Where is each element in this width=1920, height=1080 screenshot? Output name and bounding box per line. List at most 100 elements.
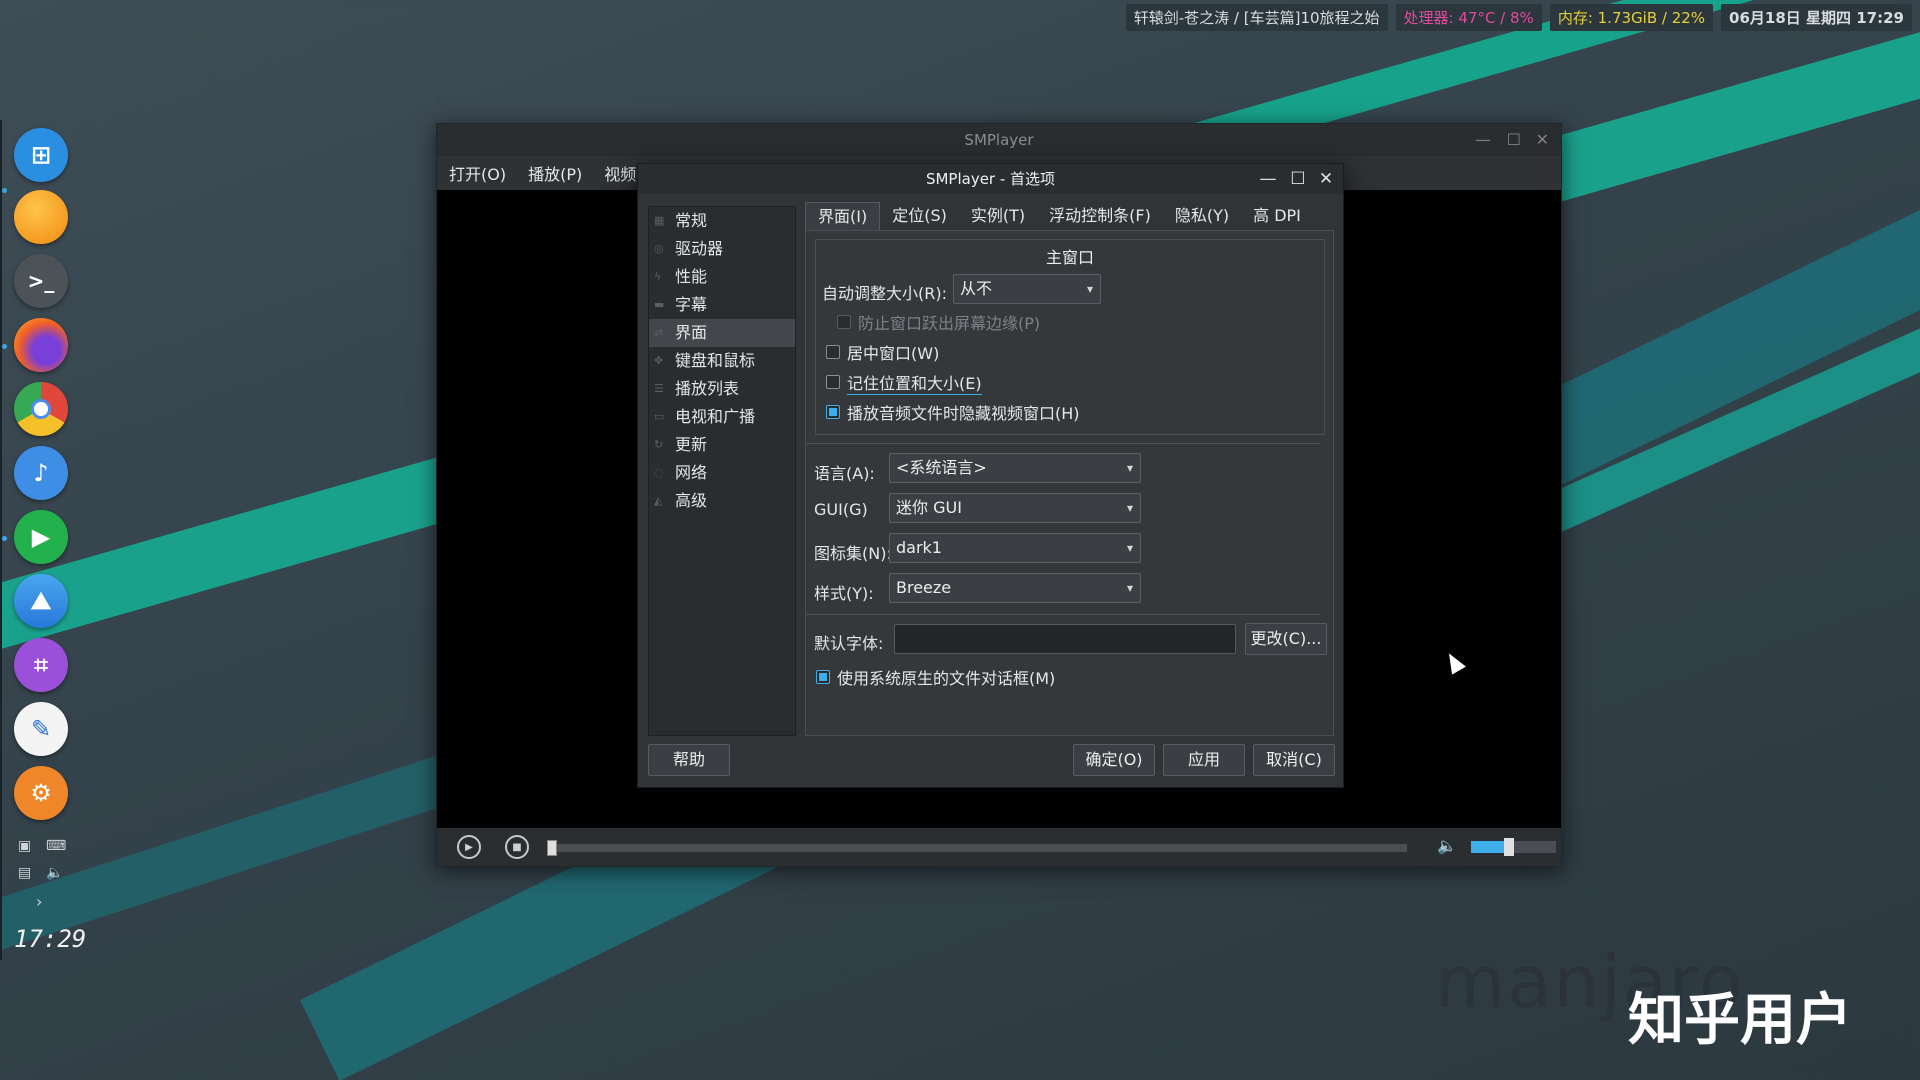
crop-tool-icon[interactable]: ⌗	[14, 638, 68, 692]
menu-open[interactable]: 打开(O)	[449, 161, 506, 185]
native-dialog-label: 使用系统原生的文件对话框(M)	[837, 669, 1056, 688]
files-icon[interactable]	[14, 190, 68, 244]
minimize-icon[interactable]: —	[1255, 164, 1281, 194]
chevron-down-icon: ▾	[1126, 581, 1133, 595]
zhihu-watermark: 知乎用户	[1628, 988, 1852, 1053]
ok-button[interactable]: 确定(O)	[1073, 744, 1155, 776]
style-select[interactable]: Breeze ▾	[889, 573, 1141, 603]
maximize-icon[interactable]: ☐	[1285, 164, 1311, 194]
volume-slider[interactable]	[1471, 838, 1556, 856]
hide-video-on-audio-checkbox[interactable]	[826, 405, 840, 419]
terminal-icon[interactable]: >_	[14, 254, 68, 308]
volume-handle[interactable]	[1504, 838, 1515, 856]
general-icon: ▦	[654, 214, 665, 227]
iconset-value: dark1	[896, 538, 942, 557]
advanced-icon: ◭	[654, 494, 663, 507]
default-font-field[interactable]	[894, 624, 1236, 654]
running-indicator	[2, 188, 7, 193]
play-icon[interactable]: ▶	[457, 835, 481, 859]
running-indicator	[2, 536, 7, 541]
cancel-button[interactable]: 取消(C)	[1253, 744, 1335, 776]
windows-icon[interactable]: ⊞	[14, 128, 68, 182]
volume-icon[interactable]: 🔈	[1437, 836, 1457, 855]
settings-icon[interactable]: ⚙	[14, 766, 68, 820]
change-font-button[interactable]: 更改(C)...	[1245, 623, 1327, 655]
sidebar-item-keyboard-mouse[interactable]: ✥ 键盘和鼠标	[649, 347, 795, 375]
center-window-checkbox[interactable]	[826, 345, 840, 359]
apply-button[interactable]: 应用	[1163, 744, 1245, 776]
prevent-off-screen-label: 防止窗口跃出屏幕边缘(P)	[858, 314, 1041, 333]
main-window-group: 主窗口 自动调整大小(R): 从不 ▾ 防止窗口跃出屏幕边缘(P) 居中窗口(W…	[815, 239, 1325, 435]
tab-privacy[interactable]: 隐私(Y)	[1163, 202, 1241, 230]
gui-label: GUI(G)	[814, 500, 868, 519]
image-viewer-icon[interactable]: ⛰	[14, 574, 68, 628]
style-value: Breeze	[896, 578, 952, 597]
help-button[interactable]: 帮助	[648, 744, 730, 776]
chevron-down-icon: ▾	[1126, 461, 1133, 475]
now-playing-text[interactable]: 轩辕剑-苍之涛 / [车芸篇]10旅程之始	[1125, 4, 1388, 31]
stop-icon[interactable]: ■	[505, 835, 529, 859]
volume-tray-icon[interactable]: 🔈	[46, 865, 63, 881]
sidebar-item-network[interactable]: ◌ 网络	[649, 459, 795, 487]
default-font-label: 默认字体:	[814, 634, 884, 653]
sidebar-item-subtitles[interactable]: ▬ 字幕	[649, 291, 795, 319]
dialog-title: SMPlayer - 首选项	[925, 170, 1056, 188]
remember-position-checkbox[interactable]	[826, 375, 840, 389]
seek-handle[interactable]	[547, 840, 557, 856]
sidebar-item-drives[interactable]: ◎ 驱动器	[649, 235, 795, 263]
sidebar-item-interface[interactable]: ⇄ 界面	[649, 319, 795, 347]
native-dialog-checkbox[interactable]	[816, 670, 830, 684]
clipboard-icon[interactable]: ▣	[18, 838, 31, 854]
seek-bar[interactable]	[547, 844, 1407, 852]
language-select[interactable]: <系统语言> ▾	[889, 453, 1141, 483]
dock-clock: 17:29	[14, 925, 87, 953]
firefox-icon[interactable]	[14, 318, 68, 372]
chevron-down-icon: ▾	[1126, 501, 1133, 515]
language-label: 语言(A):	[814, 464, 875, 483]
close-icon[interactable]: ✕	[1536, 124, 1549, 156]
menu-play[interactable]: 播放(P)	[528, 161, 582, 185]
tab-high-dpi[interactable]: 高 DPI	[1241, 202, 1313, 230]
running-indicator	[2, 344, 7, 349]
prevent-off-screen-checkbox[interactable]	[837, 315, 851, 329]
network-icon[interactable]: ▤	[18, 865, 31, 881]
tab-positioning[interactable]: 定位(S)	[880, 202, 959, 230]
preferences-sidebar: ▦ 常规 ◎ 驱动器 ϟ 性能 ▬ 字幕 ⇄ 界面 ✥ 键盘和鼠标 ☰ 播放列表 ▭ 电视和广播…	[648, 206, 796, 736]
sidebar-item-playlist[interactable]: ☰ 播放列表	[649, 375, 795, 403]
network-icon: ◌	[654, 466, 664, 479]
chrome-icon[interactable]	[14, 382, 68, 436]
iconset-select[interactable]: dark1 ▾	[889, 533, 1141, 563]
tab-floating-control[interactable]: 浮动控制条(F)	[1037, 202, 1163, 230]
cpu-monitor: 处理器: 47°C / 8%	[1395, 4, 1542, 31]
sidebar-item-updates[interactable]: ↻ 更新	[649, 431, 795, 459]
keyboard-icon[interactable]: ⌨	[46, 838, 66, 854]
date-clock[interactable]: 06月18日 星期四 17:29	[1721, 4, 1912, 31]
sidebar-item-general[interactable]: ▦ 常规	[649, 207, 795, 235]
text-editor-icon[interactable]: ✎	[14, 702, 68, 756]
maximize-icon[interactable]: ☐	[1507, 124, 1521, 156]
sidebar-item-label: 高级	[675, 491, 708, 510]
main-window-titlebar[interactable]: SMPlayer — ☐ ✕	[437, 124, 1561, 156]
gui-select[interactable]: 迷你 GUI ▾	[889, 493, 1141, 523]
menu-video[interactable]: 视频	[604, 161, 636, 185]
music-icon[interactable]: ♪	[14, 446, 68, 500]
sidebar-item-label: 性能	[675, 267, 708, 286]
close-icon[interactable]: ✕	[1313, 164, 1339, 194]
iconset-label: 图标集(N):	[814, 544, 892, 563]
auto-resize-select[interactable]: 从不 ▾	[953, 274, 1101, 304]
tab-interface[interactable]: 界面(I)	[805, 202, 881, 230]
auto-resize-value: 从不	[960, 279, 993, 298]
dialog-titlebar[interactable]: SMPlayer - 首选项 — ☐ ✕	[638, 164, 1343, 194]
tab-instances[interactable]: 实例(T)	[959, 202, 1037, 230]
auto-resize-label: 自动调整大小(R):	[822, 284, 947, 303]
sidebar-item-advanced[interactable]: ◭ 高级	[649, 487, 795, 515]
sidebar-item-label: 网络	[675, 463, 708, 482]
minimize-icon[interactable]: —	[1475, 124, 1491, 156]
chevron-right-icon[interactable]: ›	[36, 892, 42, 911]
top-status-bar: 轩辕剑-苍之涛 / [车芸篇]10旅程之始 处理器: 47°C / 8% 内存:…	[1125, 4, 1912, 31]
group-title: 主窗口	[1045, 248, 1094, 267]
sidebar-item-tv-radio[interactable]: ▭ 电视和广播	[649, 403, 795, 431]
refresh-icon: ↻	[654, 438, 664, 451]
video-player-icon[interactable]: ▶	[14, 510, 68, 564]
sidebar-item-performance[interactable]: ϟ 性能	[649, 263, 795, 291]
